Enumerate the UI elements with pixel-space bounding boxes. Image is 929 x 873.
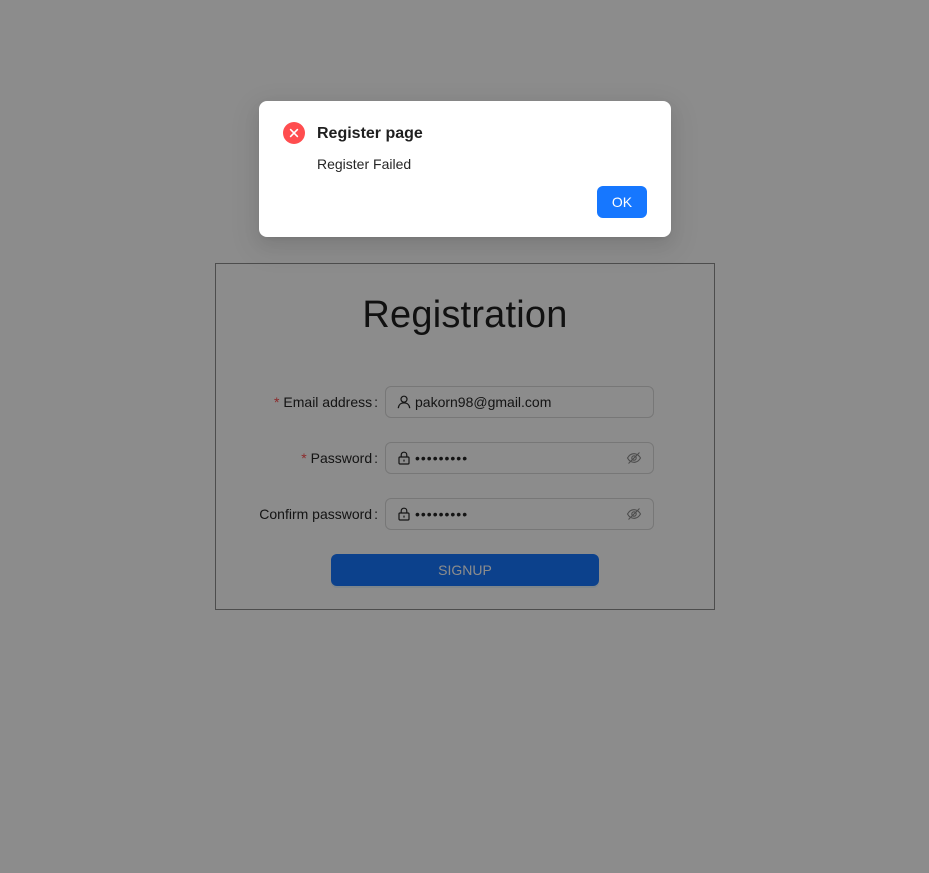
- dialog-title: Register page: [317, 125, 423, 142]
- close-circle-icon: [283, 122, 305, 144]
- error-dialog: Register page Register Failed OK: [259, 101, 671, 237]
- ok-button[interactable]: OK: [597, 186, 647, 218]
- dialog-message: Register Failed: [317, 156, 412, 172]
